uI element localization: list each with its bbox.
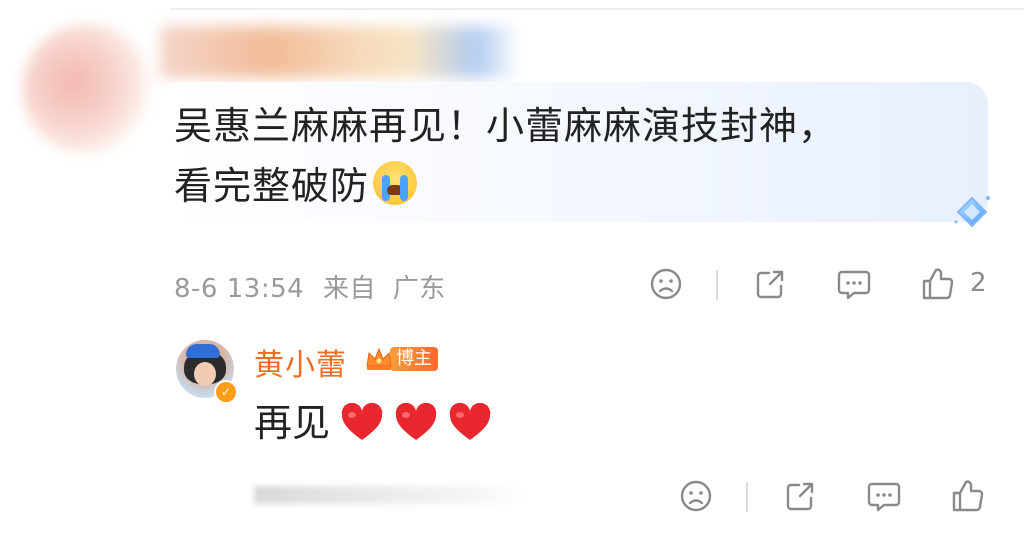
verified-check-icon: ✓ xyxy=(214,380,238,404)
dislike-button[interactable] xyxy=(646,264,686,304)
sad-face-icon xyxy=(650,268,682,300)
sad-face-icon xyxy=(680,480,712,512)
comment-source-prefix: 来自 xyxy=(322,274,376,304)
loudly-crying-face-icon xyxy=(373,161,418,205)
reply-meta xyxy=(254,486,524,504)
commenter-name[interactable] xyxy=(160,26,520,78)
like-button[interactable] xyxy=(918,264,958,304)
share-button[interactable] xyxy=(750,264,790,304)
comment-text: 吴惠兰麻麻再见！小蕾麻麻演技封神， 看完整破防 xyxy=(174,96,974,216)
author-name[interactable]: 黄小蕾 xyxy=(254,340,347,384)
thumbs-up-icon xyxy=(922,268,954,300)
commenter-avatar[interactable] xyxy=(22,24,152,154)
reply-text-content: 再见 xyxy=(254,401,331,445)
reply-button[interactable] xyxy=(834,264,874,304)
comment-thread: 吴惠兰麻麻再见！小蕾麻麻演技封神， 看完整破防 8-6 13:54 来自 广东 xyxy=(0,0,1024,534)
reply-text: 再见 xyxy=(254,398,492,448)
reply-like-button[interactable] xyxy=(948,476,988,516)
share-icon xyxy=(756,270,784,299)
like-count: 2 xyxy=(970,268,987,298)
red-heart-icon xyxy=(341,403,383,440)
action-separator xyxy=(746,482,748,512)
reply-share-button[interactable] xyxy=(780,476,820,516)
reply-dislike-button[interactable] xyxy=(676,476,716,516)
author-badge-label: 博主 xyxy=(390,347,438,371)
comment-timestamp: 8-6 13:54 xyxy=(174,274,305,304)
reply-comment-button[interactable] xyxy=(864,476,904,516)
divider xyxy=(170,8,1024,10)
comment-line-1: 吴惠兰麻麻再见！小蕾麻麻演技封神， xyxy=(174,104,838,148)
red-heart-icon xyxy=(449,403,491,440)
comment-line-2: 看完整破防 xyxy=(174,164,370,208)
comment-location: 广东 xyxy=(392,274,446,304)
action-separator xyxy=(716,270,718,300)
comment-meta: 8-6 13:54 来自 广东 xyxy=(174,268,446,305)
share-icon xyxy=(786,482,814,511)
author-badge: 博主 xyxy=(364,344,438,374)
red-heart-icon xyxy=(395,403,437,440)
comment-icon xyxy=(867,482,901,512)
diamond-sparkle-icon xyxy=(954,196,990,228)
crown-icon xyxy=(366,347,392,370)
comment-icon xyxy=(837,270,871,300)
thumbs-up-icon xyxy=(952,480,984,512)
